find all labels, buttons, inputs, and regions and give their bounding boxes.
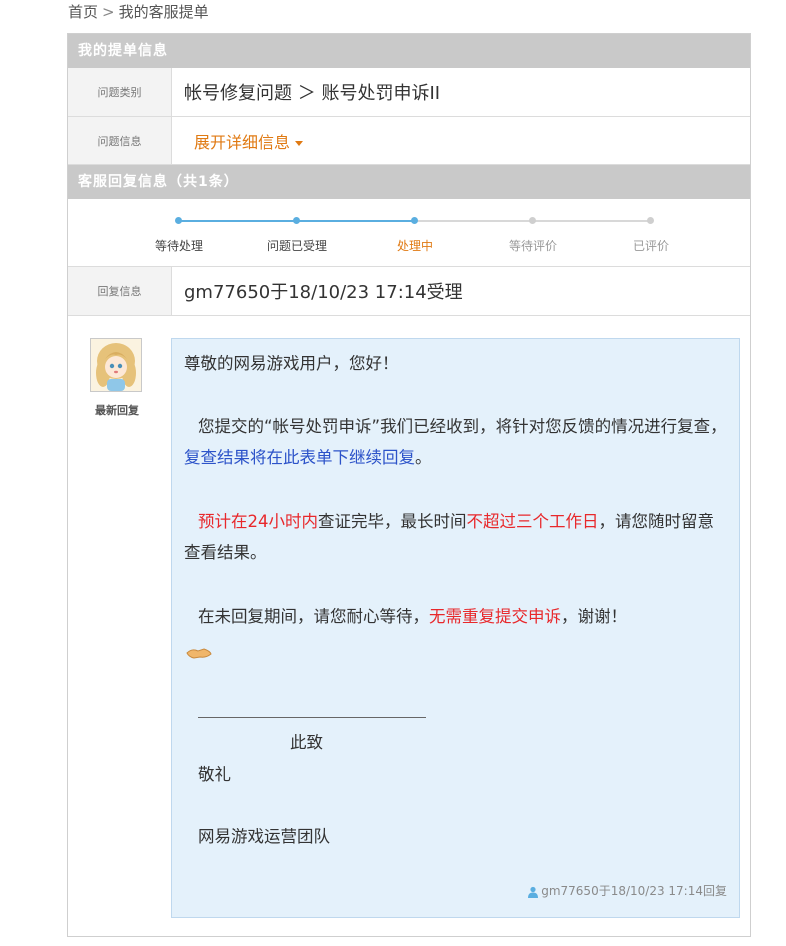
reply-p3-text: 在未回复期间，请您耐心等待， — [198, 607, 429, 626]
reply-area: 最新回复 尊敬的网易游戏用户，您好！ 您提交的“帐号处罚申诉”我们已经收到，将针… — [68, 316, 750, 936]
handshake-icon — [186, 639, 212, 670]
reply-p2-highlight-1: 预计在24小时内 — [198, 512, 318, 531]
breadcrumb: 首页 > 我的客服提单 — [68, 0, 209, 26]
progress-segment-2 — [296, 220, 414, 222]
reply-paragraph-3: 在未回复期间，请您耐心等待，无需重复提交申诉，谢谢！ — [184, 601, 729, 632]
reply-p2-text: 查证完毕，最长时间 — [318, 512, 467, 531]
reply-message: 尊敬的网易游戏用户，您好！ 您提交的“帐号处罚申诉”我们已经收到，将针对您反馈的… — [171, 338, 740, 918]
caret-down-icon — [295, 140, 304, 146]
reply-closing-1: 此致 — [290, 733, 323, 752]
agent-avatar-icon — [91, 339, 141, 391]
reply-p3-end: ，谢谢！ — [561, 607, 627, 626]
reply-paragraph-1: 您提交的“帐号处罚申诉”我们已经收到，将针对您反馈的情况进行复查， 复查结果将在此… — [184, 411, 729, 473]
breadcrumb-current: 我的客服提单 — [118, 3, 209, 21]
reply-p1-end: 。 — [415, 448, 432, 467]
reply-p2-highlight-2: 不超过三个工作日 — [466, 512, 599, 531]
detail-value: 展开详细信息 — [194, 117, 304, 164]
avatar — [90, 338, 142, 392]
reply-closing-2: 敬礼 — [198, 765, 231, 784]
progress-segment-4 — [532, 220, 650, 222]
category-value: 帐号修复问题 ＞ 账号处罚申诉II — [184, 83, 441, 104]
expand-details-link[interactable]: 展开详细信息 — [194, 129, 304, 153]
reply-p3-highlight: 无需重复提交申诉 — [429, 607, 561, 626]
reply-meta-text: gm77650于18/10/23 17:14回复 — [541, 884, 727, 898]
reply-signature: 网易游戏运营团队 — [198, 827, 330, 846]
ticket-info-header: 我的提单信息 — [68, 34, 750, 68]
user-icon — [528, 886, 539, 898]
ticket-panel: 我的提单信息 问题类别 帐号修复问题 ＞ 账号处罚申诉II 问题信息 展开详细信… — [67, 33, 751, 937]
expand-details-label: 展开详细信息 — [194, 132, 291, 152]
reply-p1-text: 您提交的“帐号处罚申诉”我们已经收到，将针对您反馈的情况进行复查， — [198, 417, 727, 436]
step-label-processing: 处理中 — [396, 239, 433, 253]
reply-info-row: 回复信息 gm77650于18/10/23 17:14受理 — [68, 267, 750, 316]
reply-info-label: 回复信息 — [68, 267, 172, 315]
service-reply-header: 客服回复信息（共1条） — [68, 165, 750, 199]
step-label-accepted: 问题已受理 — [266, 239, 327, 253]
detail-row: 问题信息 展开详细信息 — [68, 117, 750, 165]
category-label: 问题类别 — [68, 68, 172, 116]
step-label-awaiting-review: 等待评价 — [508, 239, 557, 253]
reply-meta: gm77650于18/10/23 17:14回复 — [527, 876, 727, 907]
signature-line — [198, 717, 426, 718]
step-dot-accepted — [293, 217, 300, 224]
step-dot-awaiting-review — [529, 217, 536, 224]
category-row: 问题类别 帐号修复问题 ＞ 账号处罚申诉II — [68, 68, 750, 117]
reply-p1-highlight: 复查结果将在此表单下继续回复 — [184, 448, 415, 467]
avatar-caption: 最新回复 — [95, 404, 139, 417]
progress-segment-3 — [414, 220, 532, 222]
breadcrumb-separator: > — [102, 3, 115, 21]
progress-segment-1 — [178, 220, 296, 222]
step-dot-reviewed — [647, 217, 654, 224]
step-dot-waiting — [175, 217, 182, 224]
breadcrumb-home-link[interactable]: 首页 — [68, 3, 98, 21]
detail-label: 问题信息 — [68, 117, 172, 164]
reply-greeting: 尊敬的网易游戏用户，您好！ — [184, 354, 399, 373]
reply-info-value: gm77650于18/10/23 17:14受理 — [184, 282, 463, 303]
step-label-reviewed: 已评价 — [632, 239, 669, 253]
progress-steps: 等待处理 问题已受理 处理中 等待评价 已评价 — [68, 199, 750, 267]
reply-paragraph-2: 预计在24小时内查证完毕，最长时间不超过三个工作日，请您随时留意查看结果。 — [184, 506, 729, 568]
step-label-waiting: 等待处理 — [154, 239, 203, 253]
step-dot-processing — [411, 217, 418, 224]
